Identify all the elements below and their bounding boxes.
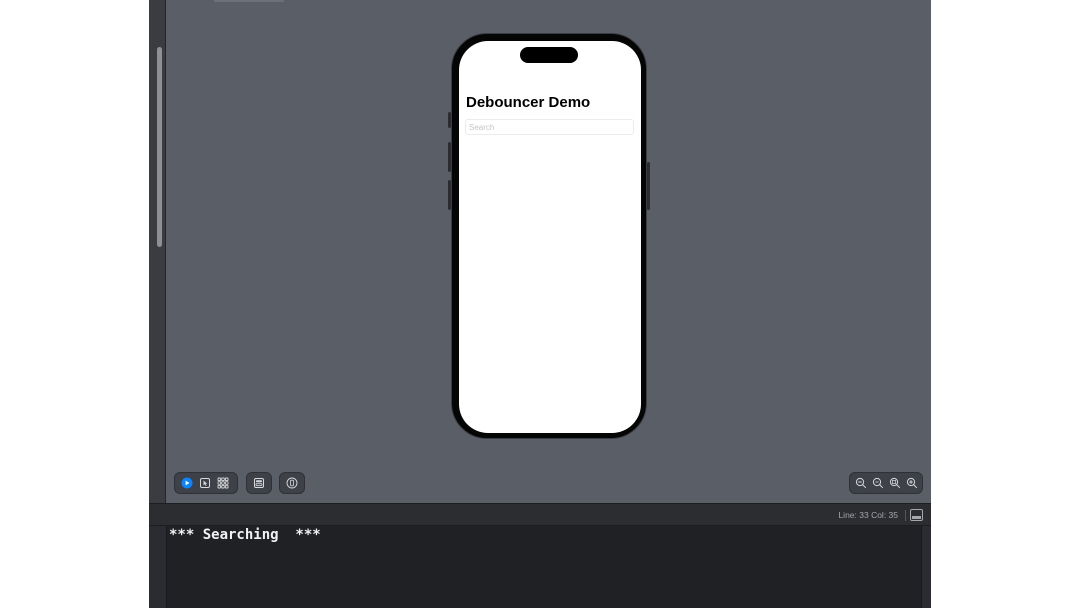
- cursor-select-icon[interactable]: [197, 476, 212, 491]
- grid-icon[interactable]: [215, 476, 230, 491]
- page-title: Debouncer Demo: [466, 94, 591, 111]
- volume-down-button: [448, 180, 451, 210]
- status-bar: Line: 33 Col: 35: [149, 503, 931, 526]
- xcode-window: Debouncer Demo Search Line: 33 Col: 35 *…: [149, 0, 931, 608]
- pin-group: [279, 472, 305, 494]
- zoom-controls: [849, 472, 923, 494]
- editor-scrollbar[interactable]: [157, 47, 162, 247]
- canvas-top-indicator: [214, 0, 284, 2]
- console-gutter: [149, 526, 167, 608]
- console-toggle-icon[interactable]: [910, 509, 923, 521]
- preview-canvas: Debouncer Demo: [166, 0, 931, 503]
- power-button: [647, 162, 650, 210]
- device-settings-icon[interactable]: [251, 476, 266, 491]
- status-divider: [905, 510, 906, 521]
- debug-console: *** Searching ***: [149, 526, 931, 608]
- action-button: [448, 112, 451, 128]
- phone-screen: Debouncer Demo: [459, 41, 641, 433]
- volume-up-button: [448, 142, 451, 172]
- zoom-fit-icon[interactable]: [887, 476, 902, 491]
- search-input[interactable]: [465, 119, 634, 135]
- iphone-preview: Debouncer Demo: [448, 33, 650, 439]
- device-settings-group: [246, 472, 272, 494]
- preview-mode-controls: [174, 472, 238, 494]
- zoom-100-icon[interactable]: [870, 476, 885, 491]
- editor-gutter: [149, 0, 166, 503]
- dynamic-island: [520, 47, 578, 63]
- zoom-in-icon[interactable]: [904, 476, 919, 491]
- cursor-position: Line: 33 Col: 35: [838, 510, 898, 520]
- zoom-out-icon[interactable]: [853, 476, 868, 491]
- pin-icon[interactable]: [284, 476, 299, 491]
- play-circle-icon[interactable]: [179, 476, 194, 491]
- console-scrollbar[interactable]: [921, 526, 931, 608]
- console-output: *** Searching ***: [169, 527, 321, 543]
